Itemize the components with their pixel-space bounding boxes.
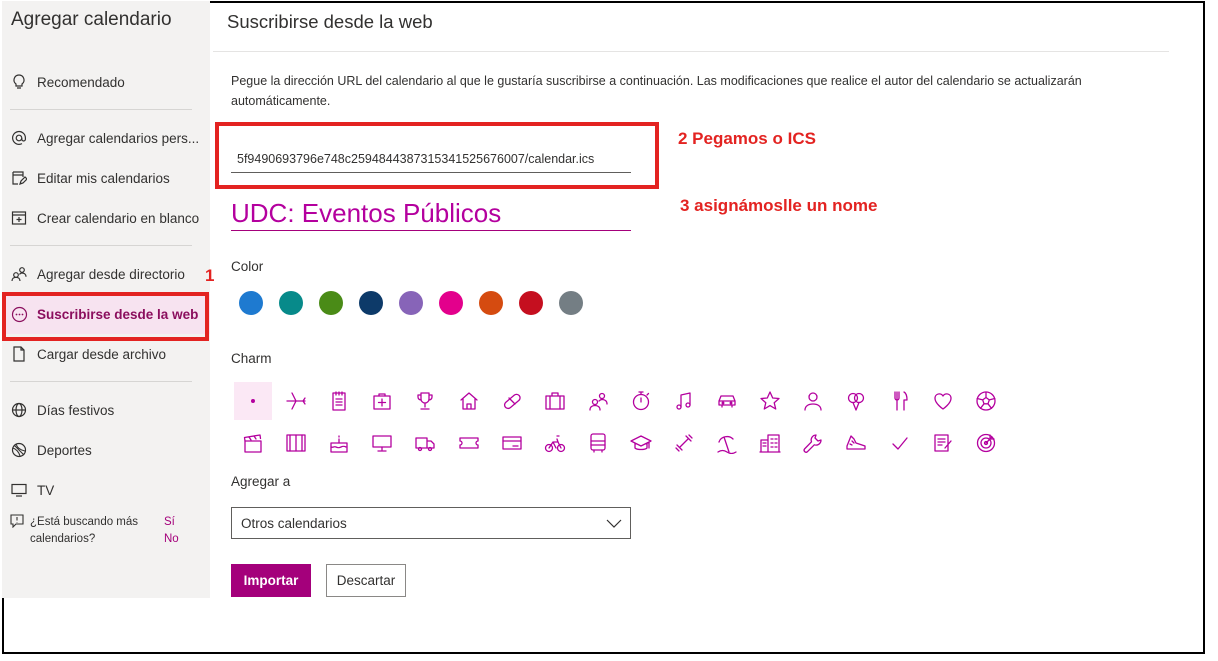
add-to-label: Agregar a: [231, 474, 291, 489]
help-text: ¿Está buscando más calendarios?: [30, 516, 139, 545]
car-icon[interactable]: [708, 382, 746, 420]
color-swatch[interactable]: [479, 291, 503, 315]
cyclist-icon[interactable]: [536, 424, 574, 462]
sidebar-item-editar-calendarios[interactable]: Editar mis calendarios: [2, 158, 210, 198]
sidebar-item-label: Agregar desde directorio: [37, 266, 185, 282]
people-icon: [10, 266, 28, 282]
clapperboard-icon[interactable]: [234, 424, 272, 462]
sidebar-item-recomendado[interactable]: Recomendado: [2, 62, 210, 102]
sidebar-item-label: Editar mis calendarios: [37, 170, 170, 186]
sidebar-item-label: Recomendado: [37, 74, 125, 90]
sidebar-item-label: TV: [37, 482, 55, 498]
checkmark-icon[interactable]: [881, 424, 919, 462]
file-icon: [10, 346, 28, 362]
edit-calendar-icon: [10, 170, 28, 186]
annotation-step-3: 3 asignámoslle un nome: [680, 196, 878, 215]
sidebar-item-directorio[interactable]: Agregar desde directorio: [2, 254, 210, 294]
sidebar-item-label: Días festivos: [37, 402, 115, 418]
person-icon[interactable]: [794, 382, 832, 420]
annotation-step-1: 1: [205, 266, 215, 285]
help-answers: Sí No: [164, 514, 179, 548]
sidebar-item-tv[interactable]: TV: [2, 470, 210, 510]
discard-button[interactable]: Descartar: [326, 564, 406, 597]
dumbbell-icon[interactable]: [665, 424, 703, 462]
page-title: Suscribirse desde la web: [227, 11, 433, 32]
home-icon[interactable]: [450, 382, 488, 420]
graduation-cap-icon[interactable]: [622, 424, 660, 462]
monitor-icon[interactable]: [363, 424, 401, 462]
feedback-icon: [10, 514, 24, 548]
lightbulb-icon: [10, 74, 28, 90]
sidebar-item-agregar-calendarios-personales[interactable]: Agregar calendarios pers...: [2, 118, 210, 158]
clipboard-icon[interactable]: [924, 424, 962, 462]
help-prompt: ¿Está buscando más calendarios? Sí No: [10, 514, 200, 548]
star-icon[interactable]: [751, 382, 789, 420]
color-swatch[interactable]: [279, 291, 303, 315]
import-button[interactable]: Importar: [231, 564, 311, 597]
pill-icon[interactable]: [493, 382, 531, 420]
sidebar-item-crear-calendario[interactable]: Crear calendario en blanco: [2, 198, 210, 238]
color-swatch[interactable]: [519, 291, 543, 315]
airplane-icon[interactable]: [277, 382, 315, 420]
briefcase-icon[interactable]: [536, 382, 574, 420]
sidebar-item-label: Cargar desde archivo: [37, 346, 167, 362]
target-icon[interactable]: [967, 424, 1005, 462]
add-calendar-icon: [10, 210, 28, 226]
credit-card-icon[interactable]: [493, 424, 531, 462]
bus-icon[interactable]: [579, 424, 617, 462]
cake-icon[interactable]: [320, 424, 358, 462]
color-label: Color: [231, 259, 264, 274]
buildings-icon[interactable]: [751, 424, 789, 462]
add-to-dropdown[interactable]: Otros calendarios: [231, 507, 631, 539]
color-swatch[interactable]: [399, 291, 423, 315]
music-note-icon[interactable]: [665, 382, 703, 420]
beach-icon[interactable]: [708, 424, 746, 462]
color-swatch[interactable]: [319, 291, 343, 315]
header-divider: [213, 51, 1169, 52]
color-swatch[interactable]: [239, 291, 263, 315]
balloons-icon[interactable]: [837, 382, 875, 420]
book-icon[interactable]: [277, 424, 315, 462]
help-yes-link[interactable]: Sí: [164, 514, 179, 531]
tv-icon: [10, 483, 28, 497]
color-swatch[interactable]: [359, 291, 383, 315]
wrench-icon[interactable]: [794, 424, 832, 462]
sidebar-item-deportes[interactable]: Deportes: [2, 430, 210, 470]
people-icon[interactable]: [579, 382, 617, 420]
help-no-link[interactable]: No: [164, 531, 179, 548]
calendar-name-input[interactable]: UDC: Eventos Públicos: [231, 195, 631, 231]
soccer-ball-icon[interactable]: [967, 382, 1005, 420]
sidebar-item-dias-festivos[interactable]: Días festivos: [2, 390, 210, 430]
stopwatch-icon[interactable]: [622, 382, 660, 420]
cutlery-icon[interactable]: [881, 382, 919, 420]
sidebar-item-label: Agregar calendarios pers...: [37, 130, 200, 146]
sidebar-divider: [10, 245, 192, 246]
sidebar-item-label: Deportes: [37, 442, 92, 458]
description-text: Pegue la dirección URL del calendario al…: [231, 74, 1082, 108]
first-aid-icon[interactable]: [363, 382, 401, 420]
sidebar-divider: [10, 381, 192, 382]
dot-icon[interactable]: [234, 382, 272, 420]
truck-icon[interactable]: [406, 424, 444, 462]
color-swatch[interactable]: [439, 291, 463, 315]
sports-ball-icon: [10, 442, 28, 458]
heart-icon[interactable]: [924, 382, 962, 420]
chevron-down-icon: [606, 515, 622, 534]
annotation-box-url: [215, 122, 659, 189]
at-icon: [10, 130, 28, 146]
sidebar-item-label: Crear calendario en blanco: [37, 210, 200, 226]
globe-icon: [10, 402, 28, 418]
notepad-icon[interactable]: [320, 382, 358, 420]
add-to-selected-value: Otros calendarios: [241, 515, 347, 531]
ticket-icon[interactable]: [450, 424, 488, 462]
annotation-box-sidebar: [2, 292, 209, 341]
charm-label: Charm: [231, 351, 272, 366]
sidebar-title: Agregar calendario: [11, 9, 172, 30]
sidebar-divider: [10, 109, 192, 110]
sneaker-icon[interactable]: [837, 424, 875, 462]
annotation-step-2: 2 Pegamos o ICS: [678, 129, 816, 148]
trophy-icon[interactable]: [406, 382, 444, 420]
color-swatch[interactable]: [559, 291, 583, 315]
